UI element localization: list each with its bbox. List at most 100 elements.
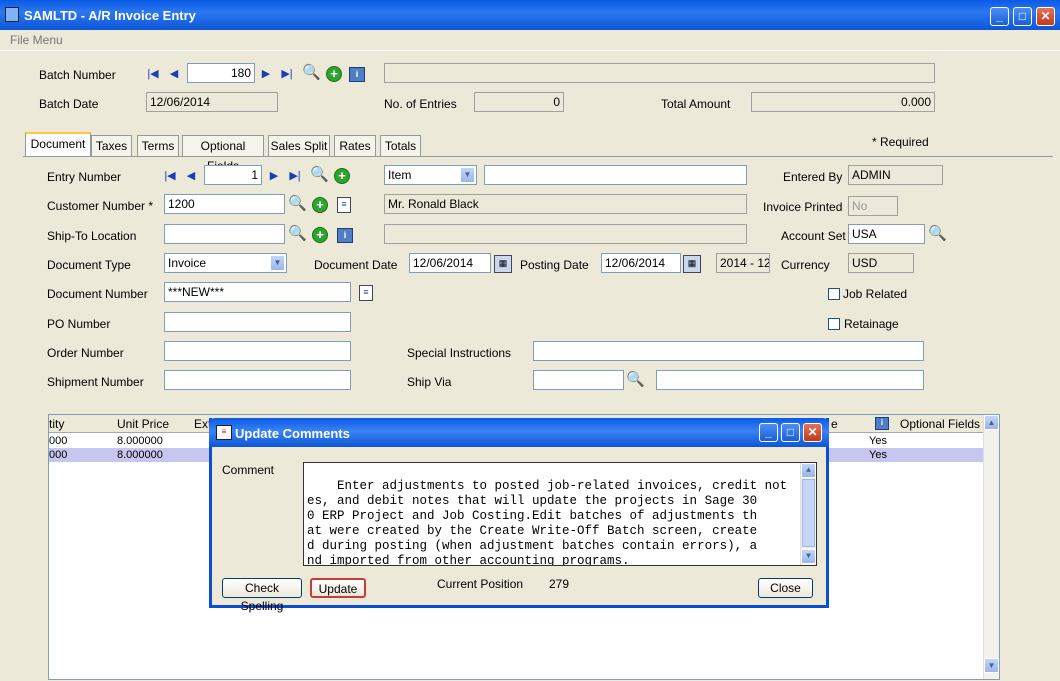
new-customer-icon[interactable]: + xyxy=(312,197,328,213)
row-unit-price: 8.000000 xyxy=(117,435,163,447)
invoice-printed-label: Invoice Printed xyxy=(763,200,843,214)
close-window-button[interactable]: ✕ xyxy=(1036,7,1055,26)
calendar-icon[interactable]: ▦ xyxy=(494,255,512,273)
dialog-maximize-button[interactable]: □ xyxy=(781,423,800,442)
search-icon[interactable]: 🔍 xyxy=(310,167,329,183)
order-number-field[interactable] xyxy=(164,341,351,361)
entry-number-field[interactable]: 1 xyxy=(204,165,262,185)
document-drilldown-icon[interactable]: ≡ xyxy=(359,285,373,301)
document-type-select[interactable]: Invoice ▼ xyxy=(164,253,287,273)
grid-vertical-scrollbar[interactable]: ▲ ▼ xyxy=(983,415,999,679)
scroll-down-icon[interactable]: ▼ xyxy=(984,658,999,673)
customer-number-field[interactable]: 1200 xyxy=(164,194,285,214)
next-icon[interactable]: ▶ xyxy=(266,168,282,184)
comment-text: Enter adjustments to posted job-related … xyxy=(307,479,788,566)
shipment-number-field[interactable] xyxy=(164,370,351,390)
tab-document[interactable]: Document xyxy=(25,132,91,157)
comment-textarea[interactable]: Enter adjustments to posted job-related … xyxy=(303,462,817,566)
ship-to-info-icon[interactable]: i xyxy=(337,228,353,243)
grid-header-partial[interactable]: e xyxy=(831,417,838,431)
special-instructions-field[interactable] xyxy=(533,341,924,361)
document-number-label: Document Number xyxy=(47,287,148,301)
current-position-value: 279 xyxy=(549,577,570,591)
account-set-field[interactable]: USA xyxy=(848,224,925,244)
retainage-checkbox[interactable] xyxy=(828,318,840,330)
calendar-icon[interactable]: ▦ xyxy=(683,255,701,273)
app-icon xyxy=(5,7,19,22)
scroll-up-icon[interactable]: ▲ xyxy=(801,463,816,478)
shipment-number-label: Shipment Number xyxy=(47,375,144,389)
new-ship-to-icon[interactable]: + xyxy=(312,227,328,243)
update-button[interactable]: Update xyxy=(310,578,366,598)
chevron-down-icon[interactable]: ▼ xyxy=(460,167,475,183)
entry-description-field[interactable] xyxy=(484,165,747,185)
tab-optional-fields[interactable]: Optional Fields xyxy=(182,135,264,173)
ship-to-description-field xyxy=(384,224,747,244)
tab-sales-split[interactable]: Sales Split xyxy=(268,135,330,156)
search-icon[interactable]: 🔍 xyxy=(288,196,307,212)
file-menu[interactable]: File Menu xyxy=(10,33,63,47)
total-amount-field: 0.000 xyxy=(751,92,935,112)
last-icon[interactable]: ▶| xyxy=(287,168,303,184)
scroll-down-icon[interactable]: ▼ xyxy=(801,549,816,564)
check-spelling-button[interactable]: Check Spelling xyxy=(222,578,302,613)
po-number-label: PO Number xyxy=(47,317,111,331)
entered-by-field: ADMIN xyxy=(848,165,943,185)
document-number-field[interactable]: ***NEW*** xyxy=(164,282,351,302)
dialog-minimize-button[interactable]: _ xyxy=(759,423,778,442)
batch-description-field xyxy=(384,63,935,83)
ship-to-field[interactable] xyxy=(164,224,285,244)
ship-via-label: Ship Via xyxy=(407,375,452,389)
search-icon[interactable]: 🔍 xyxy=(288,226,307,242)
ship-via-description-field[interactable] xyxy=(656,370,924,390)
batch-info-icon[interactable]: i xyxy=(349,67,365,82)
optional-fields-header-icon: i xyxy=(875,417,889,430)
grid-header-optional-fields[interactable]: Optional Fields xyxy=(900,417,980,431)
last-icon[interactable]: ▶| xyxy=(279,66,295,82)
current-position-label: Current Position xyxy=(437,577,524,591)
row-unit-price: 8.000000 xyxy=(117,449,163,461)
new-batch-icon[interactable]: + xyxy=(326,66,342,82)
document-type-label: Document Type xyxy=(47,258,131,272)
maximize-button[interactable]: □ xyxy=(1013,7,1032,26)
po-number-field[interactable] xyxy=(164,312,351,332)
row-qty: 000 xyxy=(49,435,68,447)
row-qty: 000 xyxy=(49,449,68,461)
ship-via-field[interactable] xyxy=(533,370,624,390)
document-date-field[interactable]: 12/06/2014 xyxy=(409,253,491,273)
batch-number-field[interactable]: 180 xyxy=(187,63,255,83)
ship-to-label: Ship-To Location xyxy=(47,229,137,243)
row-optional-fields: Yes xyxy=(869,435,887,447)
first-icon[interactable]: |◀ xyxy=(162,168,178,184)
chevron-down-icon[interactable]: ▼ xyxy=(270,255,285,271)
previous-icon[interactable]: ◀ xyxy=(183,168,199,184)
close-button[interactable]: Close xyxy=(758,578,813,598)
search-icon[interactable]: 🔍 xyxy=(626,372,645,388)
posting-date-field[interactable]: 12/06/2014 xyxy=(601,253,681,273)
previous-icon[interactable]: ◀ xyxy=(166,66,182,82)
grid-header-qty[interactable]: tity xyxy=(49,417,64,431)
retainage-label: Retainage xyxy=(844,317,899,331)
new-entry-icon[interactable]: + xyxy=(334,168,350,184)
next-icon[interactable]: ▶ xyxy=(258,66,274,82)
first-icon[interactable]: |◀ xyxy=(145,66,161,82)
customer-number-label: Customer Number * xyxy=(47,199,154,213)
search-icon[interactable]: 🔍 xyxy=(928,226,947,242)
scroll-thumb[interactable] xyxy=(802,479,815,547)
dialog-close-x-button[interactable]: ✕ xyxy=(803,423,822,442)
customer-document-icon[interactable]: ≡ xyxy=(337,197,351,213)
job-related-checkbox[interactable] xyxy=(828,288,840,300)
tab-totals[interactable]: Totals xyxy=(380,135,421,156)
search-icon[interactable]: 🔍 xyxy=(302,65,321,81)
tab-terms[interactable]: Terms xyxy=(137,135,179,156)
comment-scrollbar[interactable]: ▲ ▼ xyxy=(800,463,816,565)
dialog-app-icon: ≡ xyxy=(216,425,232,440)
minimize-button[interactable]: _ xyxy=(990,7,1009,26)
entry-type-select[interactable]: Item ▼ xyxy=(384,165,477,185)
entry-type-value: Item xyxy=(388,168,412,182)
scroll-up-icon[interactable]: ▲ xyxy=(984,415,999,430)
tab-rates[interactable]: Rates xyxy=(334,135,376,156)
tab-taxes[interactable]: Taxes xyxy=(91,135,132,156)
grid-header-unit-price[interactable]: Unit Price xyxy=(117,417,169,431)
document-date-label: Document Date xyxy=(314,258,398,272)
